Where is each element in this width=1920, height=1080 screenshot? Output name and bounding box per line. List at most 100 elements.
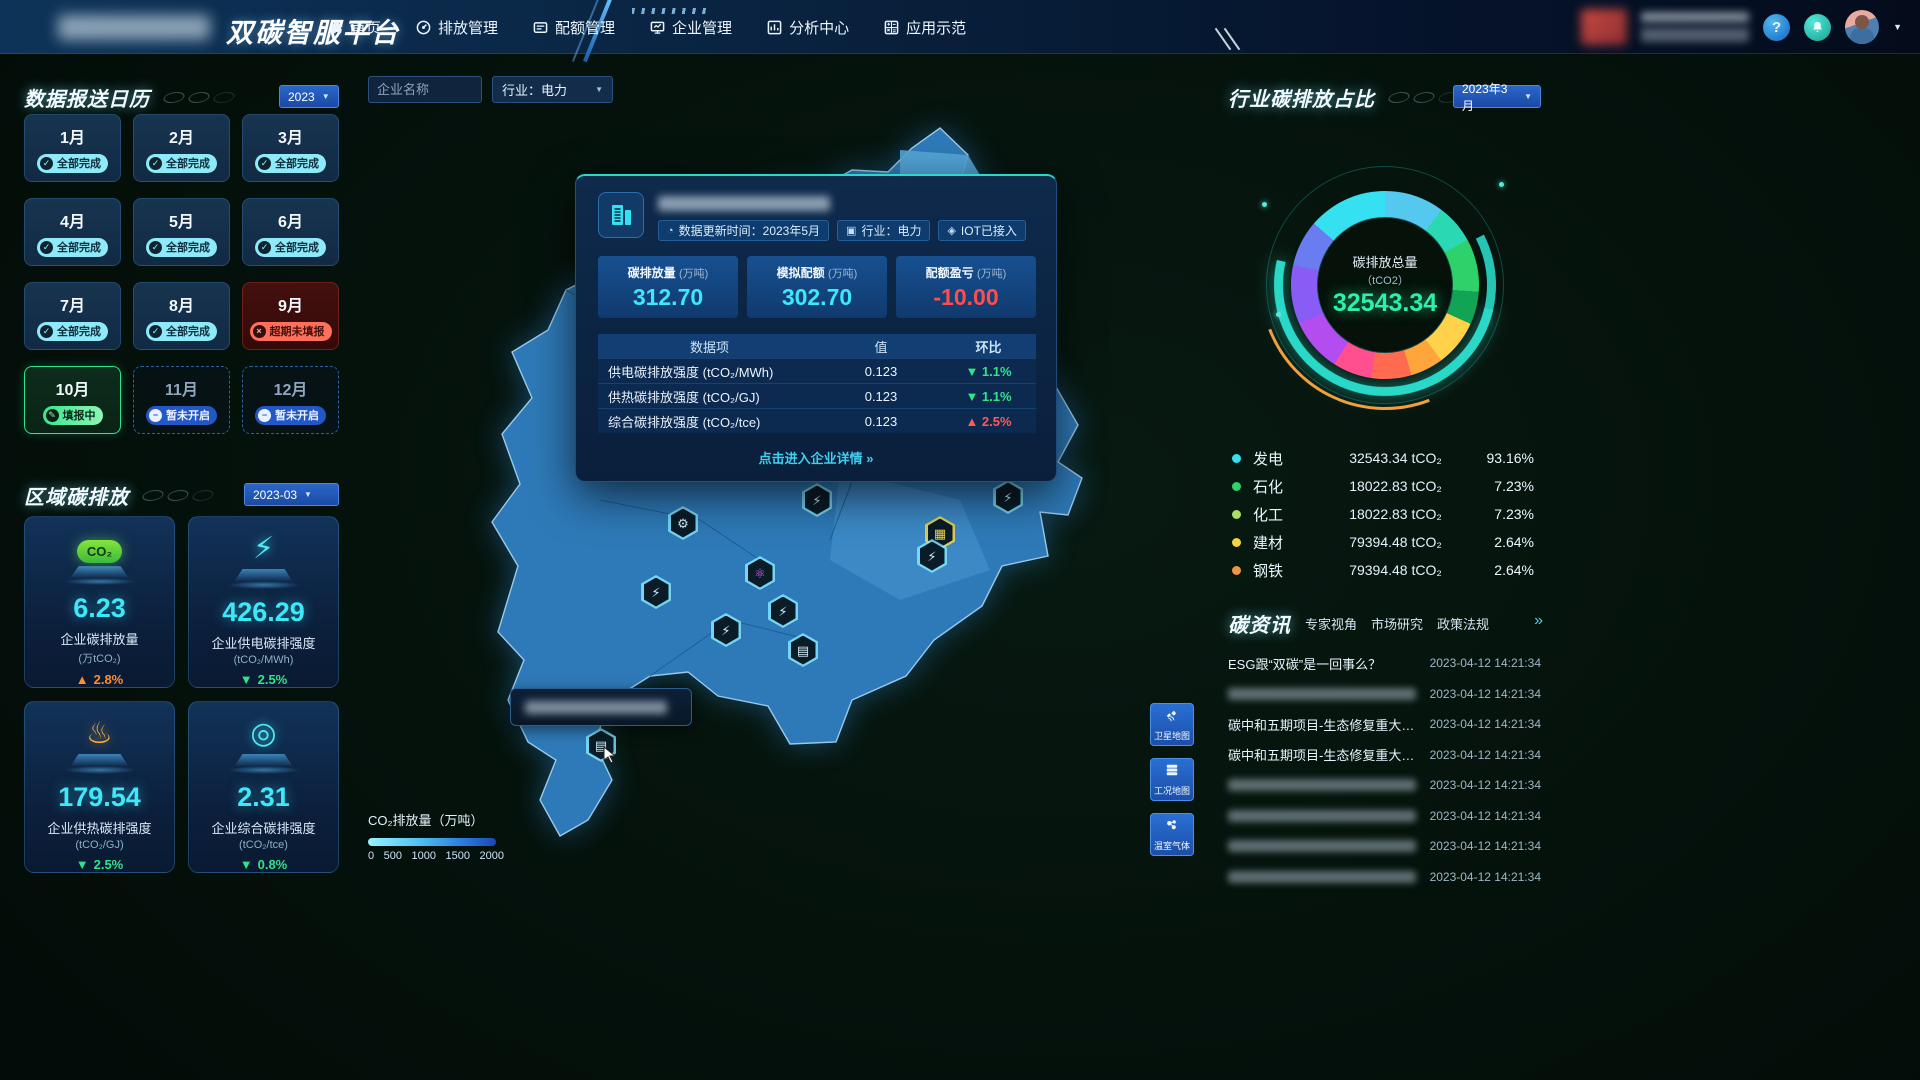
analysis-icon (766, 19, 782, 35)
month-label: 4月 (60, 208, 85, 232)
facility-marker[interactable]: ⚡ (711, 613, 741, 647)
month-label: 2月 (169, 124, 194, 148)
nav-item[interactable]: 首页 (328, 17, 381, 38)
top-bar: 双碳智服平台 首页 排放管理 配额管理 企业管理 分析中心 应用示范 ? ▼ (0, 0, 1920, 54)
nav-item[interactable]: 应用示范 (883, 17, 966, 38)
popup-badges: ◔ 数据更新时间：2023年5月 ▣ 行业：电力 ◈ IOT已接入 (658, 220, 1026, 241)
facility-marker[interactable]: ▤ (788, 633, 818, 667)
redacted-news-title (1228, 871, 1416, 883)
metric-delta: ▼ 1.1% (941, 389, 1036, 404)
notification-button[interactable] (1804, 14, 1831, 41)
facility-marker[interactable]: ⚙ (668, 506, 698, 540)
map-layer-button[interactable]: 温室气体 (1150, 813, 1194, 856)
news-tab[interactable]: 政策法规 (1437, 614, 1489, 633)
nav-item[interactable]: 排放管理 (415, 17, 498, 38)
news-title: 碳资讯 (1228, 609, 1291, 638)
news-item[interactable]: 2023-04-12 14:21:34 (1228, 862, 1541, 893)
regional-section-header: 区域碳排放 2023-03 ▼ (24, 480, 339, 510)
legend-row: 钢铁 79394.48 tCO₂ 2.64% (1232, 556, 1534, 584)
facility-marker[interactable]: ⚡ (641, 575, 671, 609)
map-layer-button[interactable]: 卫星地图 (1150, 703, 1194, 746)
regional-period-dropdown[interactable]: 2023-03 ▼ (244, 483, 339, 506)
legend-row: 石化 18022.83 tCO₂ 7.23% (1232, 472, 1534, 500)
legend-row: 发电 32543.34 tCO₂ 93.16% (1232, 444, 1534, 472)
status-badge: × 超期未填报 (250, 322, 332, 341)
stat-unit: (tCO₂/tce) (239, 839, 288, 851)
regional-stat-card[interactable]: ⚡ 426.29 企业供电碳排强度 (tCO₂/MWh) ▼ 2.5% (188, 516, 339, 688)
news-item[interactable]: 碳中和五期项目-生态修复重大工程... 2023-04-12 14:21:34 (1228, 709, 1541, 740)
industry-badge: ▣ 行业：电力 (837, 220, 930, 241)
pedestal-glow (228, 581, 300, 589)
month-card[interactable]: 6月 ✓ 全部完成 (242, 198, 339, 266)
news-item[interactable]: ESG跟“双碳”是一回事么？ 2023-04-12 14:21:34 (1228, 648, 1541, 679)
table-header: 数据项 值 环比 (598, 334, 1036, 358)
regional-stat-card[interactable]: ◎ 2.31 企业综合碳排强度 (tCO₂/tce) ▼ 0.8% (188, 701, 339, 873)
facility-marker[interactable]: ⚡ (917, 539, 947, 573)
facility-marker[interactable]: ⚛ (745, 556, 775, 590)
facility-marker[interactable]: ⚡ (993, 480, 1023, 514)
news-item[interactable]: 2023-04-12 14:21:34 (1228, 801, 1541, 832)
status-icon: − (149, 409, 162, 422)
metric-value: 0.123 (821, 364, 941, 379)
trend-arrow-icon: ▲ (76, 672, 89, 687)
pedestal-glow (228, 766, 300, 774)
news-item[interactable]: 2023-04-12 14:21:34 (1228, 679, 1541, 710)
company-search-input[interactable] (368, 76, 482, 103)
stat-delta: ▼ 2.5% (240, 672, 288, 687)
pedestal-glow (64, 578, 136, 585)
stat-value: 2.31 (237, 782, 290, 813)
demo-icon (883, 19, 899, 35)
doc-icon: ▤ (791, 636, 816, 665)
legend-dot (1232, 482, 1241, 491)
month-card[interactable]: 4月 ✓ 全部完成 (24, 198, 121, 266)
popup-stat-box: 配额盈亏 (万吨) -10.00 (896, 256, 1036, 318)
enter-company-detail-link[interactable]: 点击进入企业详情 » (576, 448, 1056, 467)
nav-item[interactable]: 分析中心 (766, 17, 849, 38)
month-card[interactable]: 2月 ✓ 全部完成 (133, 114, 230, 182)
chevron-down-icon[interactable]: ▼ (1893, 22, 1902, 32)
month-card[interactable]: 1月 ✓ 全部完成 (24, 114, 121, 182)
facility-marker[interactable]: ⚡ (768, 594, 798, 628)
help-button[interactable]: ? (1763, 14, 1790, 41)
redacted-news-title (1228, 810, 1416, 822)
legend-dot (1232, 566, 1241, 575)
month-card[interactable]: 8月 ✓ 全部完成 (133, 282, 230, 350)
status-icon: ✓ (40, 325, 53, 338)
news-item[interactable]: 2023-04-12 14:21:34 (1228, 770, 1541, 801)
redacted-logo (58, 15, 210, 40)
month-card[interactable]: 9月 × 超期未填报 (242, 282, 339, 350)
news-item[interactable]: 2023-04-12 14:21:34 (1228, 831, 1541, 862)
legend-tick: 1500 (446, 850, 470, 862)
news-tab[interactable]: 专家视角 (1305, 614, 1357, 633)
industry-period-dropdown[interactable]: 2023年3月 ▼ (1453, 85, 1541, 108)
calendar-year-dropdown[interactable]: 2023 ▼ (279, 85, 339, 108)
status-badge: ✓ 全部完成 (37, 238, 108, 257)
industry-filter-select[interactable]: 行业：电力 ▼ (492, 76, 613, 103)
heat-icon: ♨ (86, 716, 113, 751)
regional-stat-card[interactable]: CO₂ 6.23 企业碳排放量 (万tCO₂) ▲ 2.8% (24, 516, 175, 688)
news-tab[interactable]: 市场研究 (1371, 614, 1423, 633)
nav-item[interactable]: 企业管理 (649, 17, 732, 38)
user-avatar[interactable] (1845, 10, 1879, 44)
metric-name: 综合碳排放强度 (tCO₂/tce) (598, 412, 821, 431)
news-item[interactable]: 碳中和五期项目-生态修复重大工程 2023-04-12 14:21:34 (1228, 740, 1541, 771)
map-layer-button[interactable]: 工况地图 (1150, 758, 1194, 801)
status-badge: ✓ 全部完成 (146, 154, 217, 173)
month-card[interactable]: 5月 ✓ 全部完成 (133, 198, 230, 266)
month-card[interactable]: 3月 ✓ 全部完成 (242, 114, 339, 182)
news-title: 碳中和五期项目-生态修复重大工程 (1228, 745, 1424, 764)
legend-tick: 1000 (412, 850, 436, 862)
legend-row: 建材 79394.48 tCO₂ 2.64% (1232, 528, 1534, 556)
more-icon[interactable]: » (1534, 612, 1541, 630)
chevron-down-icon: ▼ (1524, 92, 1532, 101)
nav-item[interactable]: 配额管理 (532, 17, 615, 38)
map-tooltip (510, 688, 692, 726)
month-card[interactable]: 7月 ✓ 全部完成 (24, 282, 121, 350)
legend-tick: 500 (384, 850, 402, 862)
month-card[interactable]: 11月 − 暂未开启 (133, 366, 230, 434)
month-card[interactable]: 10月 ✎ 填报中 (24, 366, 121, 434)
month-card[interactable]: 12月 − 暂未开启 (242, 366, 339, 434)
facility-marker[interactable]: ⚡ (802, 483, 832, 517)
status-badge: ✎ 填报中 (43, 406, 103, 425)
regional-stat-card[interactable]: ♨ 179.54 企业供热碳排强度 (tCO₂/GJ) ▼ 2.5% (24, 701, 175, 873)
